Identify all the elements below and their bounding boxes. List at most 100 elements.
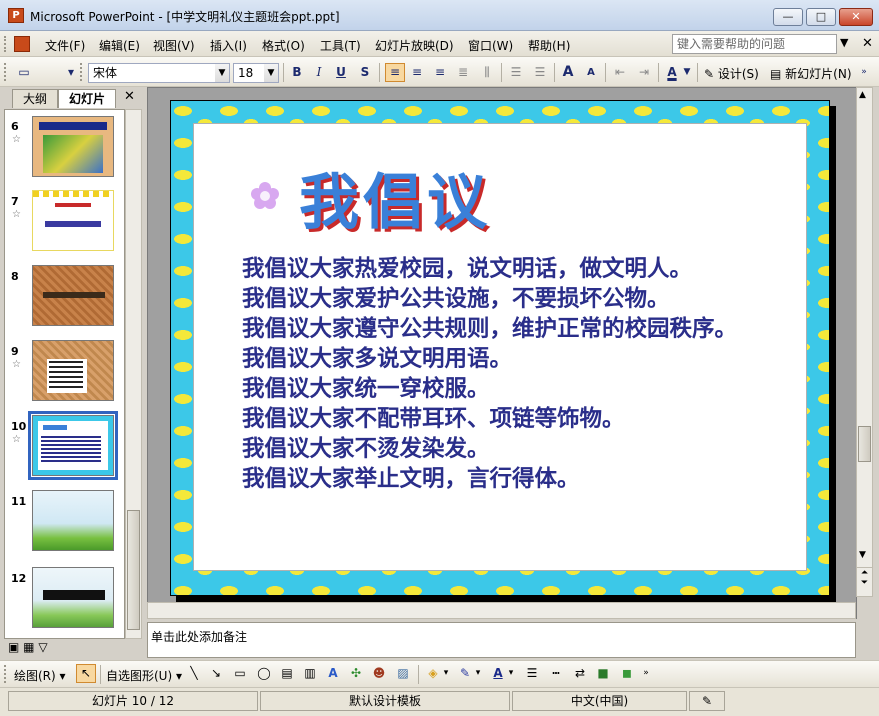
font-color-button[interactable]: A (662, 63, 682, 82)
3d-style-icon[interactable]: ◼ (617, 664, 637, 683)
next-slide-icon[interactable]: ⏷ (857, 578, 872, 588)
slide-editing-area[interactable]: 我倡议 我倡议大家热爱校园，说文明话，做文明人。 我倡议大家爱护公共设施，不要损… (147, 87, 857, 619)
slide-thumbnail-7[interactable] (32, 190, 114, 251)
slide-body-text[interactable]: 我倡议大家热爱校园，说文明话，做文明人。 我倡议大家爱护公共设施，不要损坏公物。… (242, 254, 737, 494)
menu-slideshow[interactable]: 幻灯片放映(D) (375, 37, 454, 54)
pane-close-icon[interactable]: ✕ (124, 89, 135, 104)
picture-icon[interactable]: ▨ (393, 664, 413, 683)
tab-slides[interactable]: 幻灯片 (58, 89, 116, 108)
slide-horizontal-scrollbar[interactable] (147, 602, 856, 619)
menu-window[interactable]: 窗口(W) (468, 37, 513, 54)
autoshapes-button[interactable]: 自选图形(U) ▾ (106, 667, 182, 684)
increase-indent-icon[interactable]: ⇥ (634, 63, 654, 82)
arrow-tool-icon[interactable]: ↘ (206, 664, 226, 683)
font-name-dropdown-icon[interactable]: ▼ (215, 64, 229, 82)
font-size-select[interactable]: 18 ▼ (233, 63, 279, 83)
help-dropdown-icon[interactable]: ▼ (840, 36, 848, 49)
arrow-style-icon[interactable]: ⇄ (570, 664, 590, 683)
slideshow-icon[interactable]: ▽ (38, 640, 47, 654)
fill-color-dropdown-icon[interactable]: ▾ (441, 664, 451, 683)
maximize-button[interactable]: □ (806, 8, 836, 26)
menu-insert[interactable]: 插入(I) (210, 37, 247, 54)
current-slide[interactable]: 我倡议 我倡议大家热爱校园，说文明话，做文明人。 我倡议大家爱护公共设施，不要损… (170, 100, 830, 596)
toolbar-grip-2[interactable] (80, 63, 83, 81)
align-center-button[interactable]: ≡ (407, 63, 427, 82)
design-button[interactable]: ✎ 设计(S) (704, 65, 759, 82)
tab-outline[interactable]: 大纲 (12, 89, 58, 108)
select-pointer-icon[interactable]: ↖ (76, 664, 96, 683)
fill-color-icon[interactable]: ◈ (423, 664, 443, 683)
bold-button[interactable]: B (287, 63, 307, 82)
italic-button[interactable]: I (309, 63, 329, 82)
drawing-font-color-icon[interactable]: A (488, 664, 508, 683)
draw-menu-button[interactable]: 绘图(R) ▾ (14, 667, 66, 684)
slide-scroll-thumb[interactable] (858, 426, 871, 462)
slide-sorter-icon[interactable]: ▦ (23, 640, 34, 654)
vertical-textbox-icon[interactable]: ▥ (300, 664, 320, 683)
menu-grip[interactable] (4, 36, 7, 52)
menu-tools[interactable]: 工具(T) (320, 37, 361, 54)
document-icon[interactable] (14, 36, 30, 52)
line-tool-icon[interactable]: ╲ (184, 664, 204, 683)
diagram-icon[interactable]: ✣ (346, 664, 366, 683)
menu-format[interactable]: 格式(O) (262, 37, 305, 54)
drawing-font-color-dropdown-icon[interactable]: ▾ (506, 664, 516, 683)
clipart-icon[interactable]: ☻ (369, 664, 389, 683)
scroll-down-icon[interactable]: ▼ (859, 550, 866, 560)
new-slide-button[interactable]: ▤ 新幻灯片(N) (770, 65, 852, 82)
help-search-input[interactable]: 键入需要帮助的问题 (672, 34, 837, 54)
minimize-button[interactable]: — (773, 8, 803, 26)
design-template-name[interactable]: 默认设计模板 (260, 691, 510, 711)
menu-help[interactable]: 帮助(H) (528, 37, 570, 54)
bullets-icon[interactable]: ☰ (530, 63, 550, 82)
slide-content-panel[interactable]: 我倡议 我倡议大家热爱校园，说文明话，做文明人。 我倡议大家爱护公共设施，不要损… (193, 123, 807, 571)
textbox-tool-icon[interactable]: ▤ (277, 664, 297, 683)
new-document-icon[interactable]: ▭ (14, 63, 34, 82)
toolbar-overflow-icon[interactable]: » (858, 63, 870, 82)
grow-font-button[interactable]: A (558, 63, 578, 82)
underline-button[interactable]: U (331, 63, 351, 82)
text-shadow-button[interactable]: S (355, 63, 375, 82)
powerpoint-app-icon[interactable]: P (8, 8, 24, 23)
font-size-dropdown-icon[interactable]: ▼ (264, 64, 278, 82)
line-style-icon[interactable]: ☰ (522, 664, 542, 683)
dash-style-icon[interactable]: ┅ (546, 664, 566, 683)
drawbar-grip[interactable] (4, 665, 7, 683)
slide-thumbnail-9[interactable] (32, 340, 114, 401)
thumbnail-scrollbar[interactable] (125, 109, 142, 639)
oval-tool-icon[interactable]: ◯ (254, 664, 274, 683)
normal-view-icon[interactable]: ▣ (8, 640, 19, 654)
close-button[interactable]: ✕ (839, 8, 873, 26)
slide-thumbnail-11[interactable] (32, 490, 114, 551)
align-left-button[interactable]: ≡ (385, 63, 405, 82)
scroll-up-icon[interactable]: ▲ (859, 90, 866, 100)
drawbar-overflow-icon[interactable]: » (640, 664, 652, 683)
align-right-button[interactable]: ≡ (430, 63, 450, 82)
distribute-button[interactable]: ⫼ (477, 63, 497, 82)
shrink-font-button[interactable]: A (581, 63, 601, 82)
spellcheck-icon[interactable]: ✎ (689, 691, 725, 711)
slide-thumbnail-10[interactable] (28, 411, 118, 480)
rectangle-tool-icon[interactable]: ▭ (230, 664, 250, 683)
font-color-dropdown-icon[interactable]: ▼ (682, 63, 692, 82)
line-color-dropdown-icon[interactable]: ▾ (473, 664, 483, 683)
justify-button[interactable]: ≣ (453, 63, 473, 82)
wordart-icon[interactable]: A (323, 664, 343, 683)
menu-edit[interactable]: 编辑(E) (99, 37, 140, 54)
thumbnail-scroll-thumb[interactable] (127, 510, 140, 630)
menu-file[interactable]: 文件(F) (45, 37, 85, 54)
slide-thumbnail-6[interactable] (32, 116, 114, 177)
font-name-select[interactable]: 宋体 ▼ (88, 63, 230, 83)
toolbar-options-icon[interactable]: ▾ (66, 63, 76, 82)
slide-thumbnail-12[interactable] (32, 567, 114, 628)
slide-title[interactable]: 我倡议 (299, 154, 491, 241)
menu-view[interactable]: 视图(V) (153, 37, 195, 54)
line-color-icon[interactable]: ✎ (455, 664, 475, 683)
document-close-icon[interactable]: ✕ (862, 36, 873, 51)
slide-vertical-scrollbar[interactable]: ▲ ▼ (856, 87, 873, 597)
toolbar-grip[interactable] (4, 63, 7, 81)
decrease-indent-icon[interactable]: ⇤ (610, 63, 630, 82)
previous-slide-icon[interactable]: ⏶ (857, 568, 872, 578)
notes-pane[interactable]: 单击此处添加备注 (147, 622, 856, 658)
shadow-style-icon[interactable]: ■ (593, 664, 613, 683)
